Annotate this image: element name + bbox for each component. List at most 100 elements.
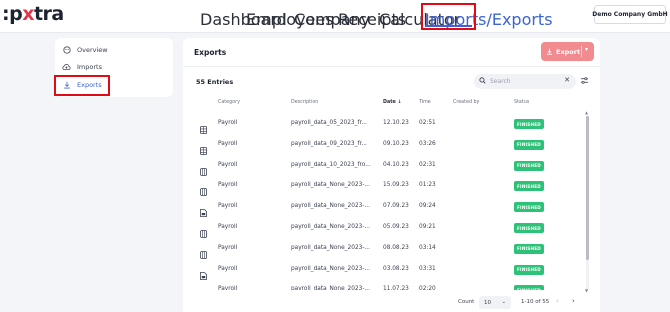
highlight-box-sidebar [54,75,110,96]
document-file-icon [200,161,207,176]
sidebar-item-overview[interactable]: Overview [62,44,108,56]
cell-time: 02:20 [419,286,436,291]
export-icon [547,48,552,55]
previous-page-icon[interactable]: ‹ [556,297,559,305]
overview-icon [62,46,71,55]
column-header-status[interactable]: Status [514,100,529,105]
cell-description: payroll_data_09_2023_fr... [291,140,367,147]
cell-category: Payroll [218,161,238,168]
cell-description: payroll_data_None_2023-... [291,244,370,251]
cell-date: 09.10.23 [383,140,409,147]
highlight-box-nav [421,3,476,30]
cell-time: 03:26 [419,140,436,147]
cell-category: Payroll [218,203,238,210]
export-button[interactable]: Export ▾ [541,42,594,61]
chevron-down-icon[interactable]: ▾ [585,46,588,53]
cell-description: payroll_data_None_2023-... [291,265,370,272]
cell-time: 01:23 [419,182,436,189]
cell-category: Payroll [218,182,238,189]
cell-time: 03:31 [419,265,436,272]
clear-search-icon[interactable]: ✕ [564,76,570,84]
cell-date: 04.10.23 [383,161,409,168]
spreadsheet-file-icon [200,140,207,155]
cell-date: 03.08.23 [383,265,409,272]
cell-description: payroll_data_None_2023-... [291,286,370,291]
document-file-icon [200,223,207,238]
table-row[interactable]: Payroll payroll_data_None_2023-... 07.09.2… [193,197,589,218]
sort-down-icon: ↓ [397,100,402,105]
table-row[interactable]: Payroll payroll_data_None_2023-... 05.09.2… [193,218,589,239]
cell-date: 11.07.23 [383,286,409,291]
scrollbar-thumb[interactable] [586,116,589,260]
column-header-time[interactable]: Time [419,100,431,105]
status-badge: FINISHED [514,243,544,254]
table-row[interactable]: Payroll payroll_data_None_2023-... 03.08.2… [193,260,589,281]
next-page-icon[interactable]: › [572,297,575,305]
cell-date: 15.09.23 [383,182,409,189]
export-button-label: Export [556,47,581,56]
document-file-icon [200,285,207,290]
search-input[interactable]: Search ✕ [474,74,576,89]
document-file-icon [200,181,207,197]
cell-description: payroll_data_05_2023_fr... [291,120,367,126]
entries-count: 55 Entries [196,78,234,86]
exports-panel: Exports Export ▾ 55 Entries Search ✕ Cat… [183,38,600,312]
cell-description: payroll_data_10_2023_fro... [291,161,371,168]
table-footer: Count 10 ⌄ 1-10 of 55 ‹ › [183,292,600,312]
panel-divider [183,66,600,67]
table-row[interactable]: Payroll payroll_data_None_2023-... 08.08.2… [193,239,589,260]
cell-time: 02:31 [419,161,436,168]
cell-time: 02:51 [419,120,436,126]
status-badge: FINISHED [514,160,544,171]
cell-category: Payroll [218,140,238,147]
sidebar-item-label: Imports [77,63,102,71]
table-row[interactable]: Payroll payroll_data_05_2023_fr... 12.10.2… [193,114,589,135]
status-badge: FINISHED [514,264,544,275]
pdf-file-icon [200,265,207,280]
spreadsheet-file-icon [200,119,207,134]
status-badge: FINISHED [514,139,544,150]
pagination-range: 1-10 of 55 [521,299,550,305]
chevron-down-icon: ⌄ [501,299,506,305]
cell-date: 12.10.23 [383,120,409,126]
status-badge: FINISHED [514,202,544,213]
cell-category: Payroll [218,265,238,272]
cell-date: 08.08.23 [383,244,409,251]
sidebar-item-imports[interactable]: Imports [62,61,102,73]
cell-date: 07.09.23 [383,203,409,210]
table-row[interactable]: Payroll payroll_data_10_2023_fro... 04.10.… [193,156,589,177]
count-value: 10 [484,299,491,306]
search-placeholder: Search [490,78,511,85]
table-row[interactable]: Payroll payroll_data_None_2023-... 15.09.2… [193,176,589,197]
column-header-date[interactable]: Date ↓ [383,100,401,105]
cell-category: Payroll [218,120,238,126]
pdf-file-icon [200,202,207,218]
status-badge: FINISHED [514,223,544,233]
cell-category: Payroll [218,224,238,230]
cell-date: 05.09.23 [383,224,409,230]
count-select[interactable]: 10 ⌄ [479,296,511,309]
column-header-created-by[interactable]: Created by [453,100,479,105]
cell-time: 03:14 [419,244,436,251]
status-badge: FINISHED [514,181,544,192]
cell-description: payroll_data_None_2023-... [291,203,370,210]
cell-category: Payroll [218,244,238,251]
status-badge: FINISHED [514,119,544,129]
status-badge: FINISHED [514,285,544,291]
search-icon [479,77,486,86]
top-navbar: :pxtra Dashboard Employees Company Recei… [0,0,670,33]
company-switcher-button[interactable]: Demo Company GmbH [592,5,668,24]
app-logo[interactable]: :pxtra [2,3,64,25]
export-button-divider [581,46,582,57]
cell-time: 09:24 [419,203,436,210]
page-title: Exports [194,48,227,57]
count-label: Count [458,299,475,305]
filter-settings-icon[interactable] [580,76,589,88]
table-row[interactable]: Payroll payroll_data_09_2023_fr... 09.10.2… [193,135,589,156]
table-row[interactable]: Payroll payroll_data_None_2023-... 11.07.2… [193,280,589,291]
column-header-description[interactable]: Description [291,100,318,105]
sidebar-item-label: Overview [77,46,108,54]
cell-time: 09:21 [419,224,436,230]
cloud-upload-icon [62,63,71,72]
column-header-category[interactable]: Category [218,100,240,105]
